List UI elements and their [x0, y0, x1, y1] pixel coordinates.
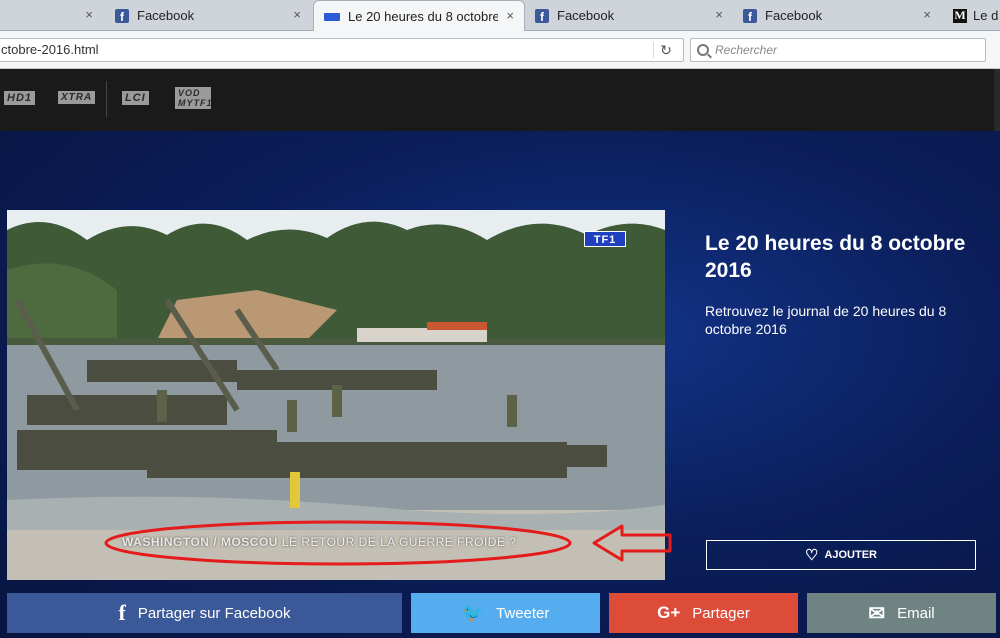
tab-active-tf1[interactable]: Le 20 heures du 8 octobre ... × — [313, 0, 525, 32]
tf1-favicon — [324, 12, 340, 21]
share-google-plus-button[interactable]: G+ Partager — [609, 593, 798, 633]
address-bar[interactable]: ctobre-2016.html ↻ — [0, 38, 684, 62]
envelope-icon: ✉ — [868, 602, 886, 625]
twitter-bird-icon: 🐦 — [461, 602, 485, 623]
video-caption: WASHINGTON / MOSCOU LE RETOUR DE LA GUER… — [122, 535, 516, 549]
tab-facebook-2[interactable]: f Facebook × — [527, 0, 733, 31]
tab-close-icon[interactable]: × — [506, 8, 514, 23]
le-monde-icon: M — [953, 8, 967, 23]
heart-outline-icon: ♡ — [804, 547, 819, 564]
video-caption-headline: LE RETOUR DE LA GUERRE FROIDE ? — [281, 535, 517, 549]
facebook-icon: f — [743, 8, 757, 23]
tab-facebook-3[interactable]: f Facebook × — [735, 0, 941, 31]
channel-vod-mytf1[interactable]: VOD MYTF1 — [175, 87, 212, 109]
tab-close-icon[interactable]: × — [715, 7, 723, 22]
program-title: Le 20 heures du 8 octobre 2016 — [705, 232, 966, 282]
tf1-channel-logo: TF1 — [584, 231, 626, 247]
tab-close-icon[interactable]: × — [923, 7, 931, 22]
search-icon — [697, 44, 709, 56]
share-twitter-label: Tweeter — [496, 604, 550, 622]
video-caption-location: WASHINGTON / MOSCOU — [122, 535, 278, 549]
search-placeholder: Rechercher — [715, 43, 778, 57]
tab-title: Facebook — [557, 8, 615, 23]
tab-le-monde[interactable]: M Le d — [945, 0, 1000, 31]
google-plus-icon: G+ — [657, 603, 681, 622]
tab-0[interactable]: × — [0, 0, 103, 31]
channel-xtra[interactable]: XTRA — [58, 91, 96, 104]
channel-lci[interactable]: LCI — [122, 91, 149, 105]
address-url: ctobre-2016.html — [1, 42, 99, 57]
channel-bar: HD1 XTRA LCI VOD MYTF1 — [0, 69, 1000, 131]
share-facebook-label: Partager sur Facebook — [137, 604, 291, 622]
tab-facebook-1[interactable]: f Facebook × — [105, 0, 311, 31]
share-email-label: Email — [897, 604, 935, 622]
tab-title: Facebook — [137, 8, 195, 23]
facebook-icon: f — [535, 8, 549, 23]
browser-toolbar: ctobre-2016.html ↻ Rechercher — [0, 31, 1000, 69]
channel-divider — [106, 81, 107, 117]
program-description: Retrouvez le journal de 20 heures du 8 o… — [705, 303, 947, 337]
facebook-icon: f — [115, 8, 129, 23]
video-player[interactable] — [7, 210, 665, 580]
facebook-icon: f — [118, 600, 126, 625]
share-email-button[interactable]: ✉ Email — [807, 593, 996, 633]
share-twitter-button[interactable]: 🐦 Tweeter — [411, 593, 600, 633]
browser-tab-bar: × f Facebook × Le 20 heures du 8 octobre… — [0, 0, 1000, 32]
share-google-label: Partager — [692, 604, 750, 622]
share-facebook-button[interactable]: f Partager sur Facebook — [7, 593, 402, 633]
refresh-icon[interactable]: ↻ — [653, 42, 678, 58]
tab-title: Le d — [973, 8, 999, 23]
tab-close-icon[interactable]: × — [85, 7, 93, 22]
tab-title: Le 20 heures du 8 octobre ... — [348, 9, 498, 24]
channel-hd1[interactable]: HD1 — [4, 91, 36, 105]
video-frame — [7, 210, 665, 580]
add-to-favorites-button[interactable]: ♡ AJOUTER — [706, 540, 976, 570]
tab-close-icon[interactable]: × — [293, 7, 301, 22]
tab-title: Facebook — [765, 8, 823, 23]
search-input[interactable]: Rechercher — [690, 38, 986, 62]
add-button-label: AJOUTER — [824, 549, 877, 561]
